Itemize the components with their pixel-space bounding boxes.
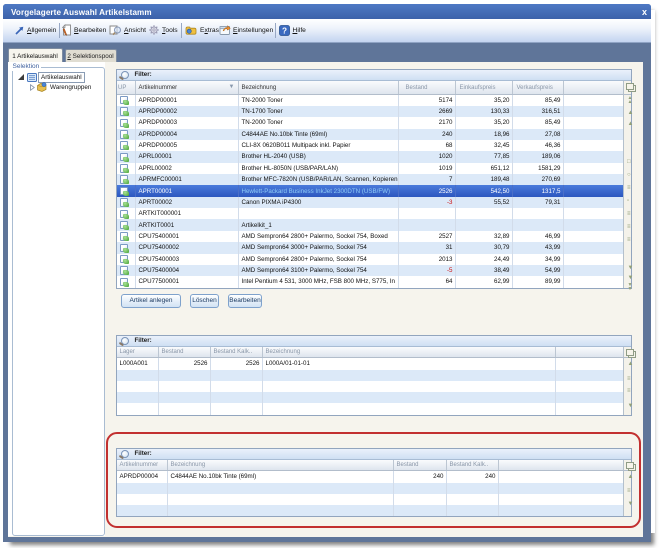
svg-text:?: ? — [281, 26, 286, 35]
